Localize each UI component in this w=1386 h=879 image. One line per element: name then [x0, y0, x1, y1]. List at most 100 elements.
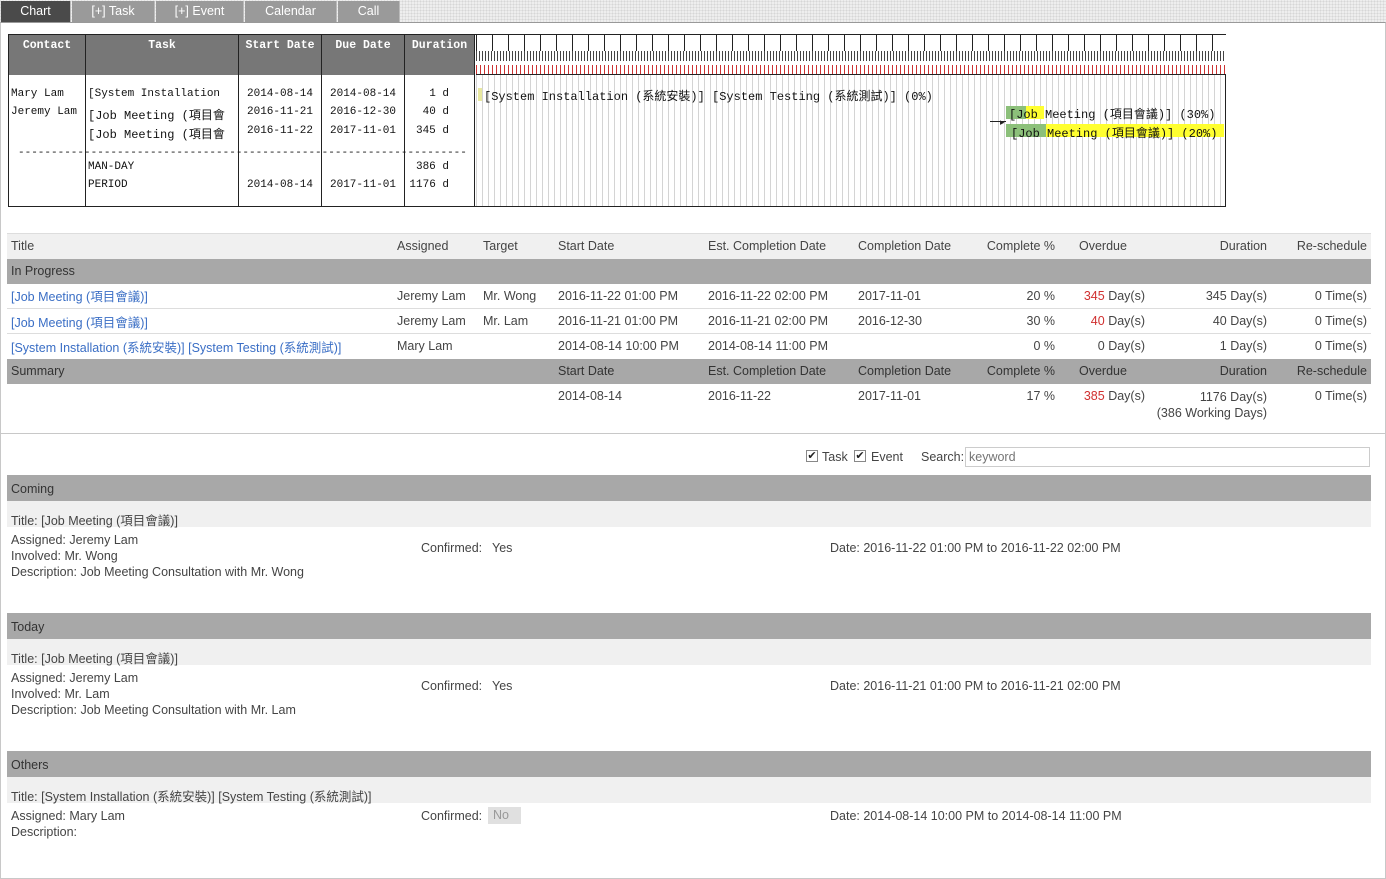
overdue-count: 385 [1083, 388, 1105, 403]
gantt-duration: 345 d [415, 125, 449, 137]
event-assigned: Assigned: Mary Lam [11, 809, 125, 823]
task-assigned: Mary Lam [397, 339, 453, 354]
arrow-icon: ▸ [1000, 117, 1005, 127]
task-reschedule: 0 Time(s) [1314, 314, 1367, 328]
section-label: Summary [11, 364, 65, 378]
gantt-start: 2014-08-14 [247, 88, 314, 100]
search-input[interactable] [965, 447, 1370, 467]
col-complete-pct: Complete % [986, 239, 1055, 254]
summary-duration: 1176 Day(s) (386 Working Days) [1149, 384, 1271, 421]
event-involved: Involved: Mr. Wong [11, 549, 118, 563]
task-est: 2016-11-22 02:00 PM [708, 288, 828, 303]
task-assigned: Jeremy Lam [397, 314, 466, 328]
summary-overdue: 385 Day(s) [1059, 384, 1149, 421]
col-start-date: Start Date [558, 239, 615, 254]
task-completion: 2016-12-30 [858, 314, 922, 328]
gantt-due: 2014-08-14 [330, 88, 397, 100]
tab-chart[interactable]: Chart [1, 1, 71, 22]
overdue-unit: Day(s) [1108, 388, 1145, 403]
event-body: Assigned: Mary Lam Description: Confirme… [7, 803, 1371, 863]
task-completion [854, 334, 969, 359]
event-description: Description: Job Meeting Consultation wi… [11, 565, 304, 579]
gantt-header-contact: Contact [9, 35, 85, 75]
col-assigned: Assigned [397, 239, 449, 254]
event-filter-label: Event [871, 450, 903, 464]
col-overdue: Overdue [1079, 239, 1127, 254]
gantt-task: [Job Meeting (項目會 [88, 109, 225, 123]
overdue-count: 40 [1090, 314, 1105, 328]
overdue-unit: Day(s) [1108, 314, 1145, 328]
gantt-bar-label: [System Installation (系統安裝)] [System Tes… [484, 90, 933, 104]
section-header: Coming [7, 475, 1371, 501]
gantt-due: 2017-11-01 [330, 125, 397, 137]
task-est: 2016-11-21 02:00 PM [708, 314, 828, 328]
gantt-task: [System Installation [88, 88, 221, 100]
empty-cell [393, 384, 479, 421]
gantt-total-label: MAN-DAY [88, 161, 135, 173]
summary-pct: 17 % [1026, 388, 1056, 403]
event-body: Assigned: Jeremy Lam Involved: Mr. Wong … [7, 527, 1371, 603]
task-start: 2016-11-21 01:00 PM [558, 314, 678, 328]
task-duration: 40 Day(s) [1212, 314, 1267, 328]
gantt-duration: 1 d [429, 88, 449, 100]
task-overdue: 0 Day(s) [1059, 334, 1149, 359]
task-pct: 30 % [1026, 314, 1056, 328]
gantt-start: 2016-11-21 [247, 106, 314, 118]
gantt-timeline: [System Installation (系統安裝)] [System Tes… [476, 35, 1226, 206]
table-row: [Job Meeting (項目會議)] Jeremy Lam Mr. Wong… [7, 284, 1371, 309]
summary-col-est: Est. Completion Date [708, 364, 827, 378]
summary-col-duration: Duration [1219, 364, 1267, 378]
gantt-duration: 40 d [422, 106, 449, 118]
event-checkbox[interactable]: ✔ [854, 450, 866, 462]
task-target: Mr. Lam [483, 314, 529, 328]
task-overdue: 345 Day(s) [1059, 284, 1149, 309]
summary-start: 2014-08-14 [558, 388, 622, 403]
summary-col-pct: Complete % [986, 364, 1055, 378]
tab-call[interactable]: Call [338, 1, 400, 22]
event-description: Description: Job Meeting Consultation wi… [11, 703, 296, 717]
task-reschedule: 0 Time(s) [1314, 288, 1367, 303]
summary-col-start: Start Date [558, 364, 615, 378]
event-title: Title: [Job Meeting (項目會議)] [7, 501, 1371, 528]
task-title-link[interactable]: [Job Meeting (項目會議)] [7, 284, 393, 309]
event-assigned: Assigned: Jeremy Lam [11, 533, 139, 547]
event-description: Description: [11, 825, 77, 839]
gantt-header-start: Start Date [239, 35, 321, 75]
tab-task[interactable]: [+] Task [72, 1, 155, 22]
col-target: Target [483, 239, 518, 254]
gantt-header-duration: Duration [405, 35, 474, 75]
task-title-link[interactable]: [Job Meeting (項目會議)] [7, 309, 393, 334]
gantt-start: 2016-11-22 [247, 125, 314, 137]
tab-calendar[interactable]: Calendar [245, 1, 337, 22]
gantt-due: 2016-12-30 [330, 106, 397, 118]
event-date: Date: 2016-11-21 01:00 PM to 2016-11-21 … [830, 679, 1121, 693]
gantt-contact: Jeremy Lam [11, 106, 78, 118]
gantt-header-due: Due Date [322, 35, 404, 75]
event-confirmed-label: Confirmed: [421, 541, 483, 555]
task-duration: 1 Day(s) [1219, 339, 1267, 354]
col-reschedule: Re-schedule [1296, 239, 1367, 254]
gantt-total-due: 2017-11-01 [330, 179, 397, 191]
task-target: Mr. Wong [483, 288, 537, 303]
gantt-total-duration: 386 d [415, 161, 449, 173]
gantt-separator: ----------------------------------------… [18, 147, 466, 159]
gantt-bar-label: [Job Meeting (項目會議)] (20%) [1011, 127, 1218, 141]
gantt-task: [Job Meeting (項目會 [88, 128, 225, 142]
event-title: Title: [Job Meeting (項目會議)] [7, 639, 1371, 666]
task-start: 2014-08-14 10:00 PM [558, 339, 679, 354]
gantt-total-start: 2014-08-14 [247, 179, 314, 191]
event-body: Assigned: Jeremy Lam Involved: Mr. Lam D… [7, 665, 1371, 741]
task-duration: 345 Day(s) [1205, 288, 1267, 303]
task-target [479, 334, 554, 359]
task-title-link[interactable]: [System Installation (系統安裝)] [System Tes… [7, 334, 393, 359]
summary-row: 2014-08-14 2016-11-22 2017-11-01 17 % 38… [7, 384, 1371, 421]
gantt-bar-label: [Job Meeting (項目會議)] (30%) [1009, 108, 1216, 122]
tab-event[interactable]: [+] Event [156, 1, 244, 22]
summary-reschedule: 0 Time(s) [1314, 388, 1367, 403]
task-checkbox[interactable]: ✔ [806, 450, 818, 462]
empty-cell [479, 359, 554, 384]
event-involved: Involved: Mr. Lam [11, 687, 110, 701]
task-start: 2016-11-22 01:00 PM [558, 288, 678, 303]
empty-cell [7, 384, 393, 421]
summary-col-completion: Completion Date [858, 364, 952, 378]
